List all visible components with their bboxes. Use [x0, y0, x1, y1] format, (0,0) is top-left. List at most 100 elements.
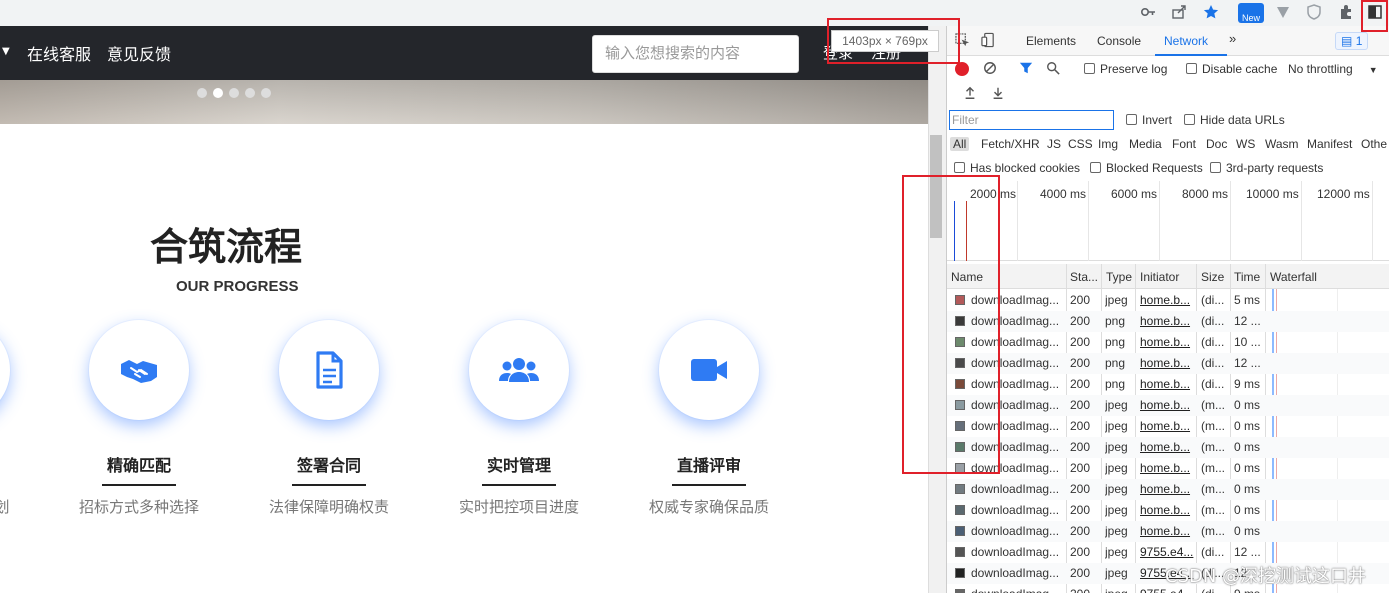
bookmark-star-icon[interactable] [1202, 4, 1220, 22]
type-filter-media[interactable]: Media [1129, 137, 1162, 151]
cell-initiator[interactable]: home.b... [1140, 524, 1194, 538]
search-icon[interactable] [1046, 61, 1060, 78]
issues-counter[interactable]: ▤ 1 [1335, 32, 1369, 50]
table-row[interactable]: downloadImag... 200 jpeg home.b... (m... 0 ms [947, 437, 1389, 458]
type-filter-ws[interactable]: WS [1236, 137, 1255, 151]
column-initiator[interactable]: Initiator [1140, 270, 1179, 284]
cell-initiator[interactable]: home.b... [1140, 377, 1194, 391]
cell-initiator[interactable]: home.b... [1140, 356, 1194, 370]
cell-initiator[interactable]: home.b... [1140, 398, 1194, 412]
has-blocked-cookies-checkbox[interactable]: Has blocked cookies [954, 161, 1080, 175]
caret-down-icon[interactable]: ▼ [2, 46, 10, 57]
issues-count: 1 [1355, 34, 1363, 48]
cell-initiator[interactable]: home.b... [1140, 419, 1194, 433]
column-status[interactable]: Sta... [1070, 270, 1098, 284]
type-filter-wasm[interactable]: Wasm [1265, 137, 1299, 151]
network-overview-timeline[interactable]: 2000 ms 4000 ms 6000 ms 8000 ms 10000 ms… [947, 181, 1389, 261]
type-filter-font[interactable]: Font [1172, 137, 1196, 151]
cell-initiator[interactable]: home.b... [1140, 293, 1194, 307]
cell-initiator[interactable]: home.b... [1140, 482, 1194, 496]
carousel-dot[interactable] [197, 88, 207, 98]
type-filter-css[interactable]: CSS [1068, 137, 1093, 151]
cell-initiator[interactable]: home.b... [1140, 503, 1194, 517]
column-waterfall[interactable]: Waterfall [1270, 270, 1317, 284]
carousel-dot[interactable] [229, 88, 239, 98]
cell-initiator[interactable]: home.b... [1140, 335, 1194, 349]
table-row[interactable]: downloadImag... 200 jpeg home.b... (m... 0 ms [947, 521, 1389, 542]
top-navigation: ▼ 在线客服 意见反馈 输入您想搜索的内容 登录 注册 [0, 26, 928, 80]
invert-checkbox[interactable]: Invert [1126, 113, 1172, 127]
carousel-dot[interactable] [261, 88, 271, 98]
table-row[interactable]: downloadImag... 200 png home.b... (di... 12 .… [947, 311, 1389, 332]
table-row[interactable]: downloadImag... 200 jpeg home.b... (m... 0 ms [947, 500, 1389, 521]
step-circle-live-review[interactable] [659, 320, 759, 420]
third-party-requests-label: 3rd-party requests [1226, 161, 1324, 175]
table-row[interactable]: downloadImag... 200 png home.b... (di... 10 .… [947, 332, 1389, 353]
type-filter-img[interactable]: Img [1098, 137, 1118, 151]
table-row[interactable]: downloadImag... 200 jpeg home.b... (m... 0 ms [947, 458, 1389, 479]
carousel-dot[interactable] [245, 88, 255, 98]
video-camera-icon [691, 359, 727, 381]
nav-link-feedback[interactable]: 意见反馈 [107, 41, 171, 65]
type-filter-all[interactable]: All [950, 137, 970, 151]
clear-icon[interactable] [983, 61, 997, 78]
hide-data-urls-checkbox[interactable]: Hide data URLs [1184, 113, 1285, 127]
column-type[interactable]: Type [1106, 270, 1132, 284]
cell-size: (m... [1201, 461, 1225, 475]
network-filter-input[interactable]: Filter [949, 110, 1114, 130]
table-row[interactable]: downloadImag... 200 jpeg home.b... (m... 0 ms [947, 479, 1389, 500]
throttling-select[interactable]: No throttling ▼ [1288, 62, 1378, 76]
cell-initiator[interactable]: home.b... [1140, 461, 1194, 475]
type-filter-fetch-xhr[interactable]: Fetch/XHR [981, 137, 1040, 151]
cell-initiator[interactable]: 9755.e4... [1140, 545, 1194, 559]
step-circle-management[interactable] [469, 320, 569, 420]
extension-shield-icon[interactable] [1305, 4, 1323, 22]
export-har-icon[interactable] [991, 86, 1005, 103]
blocked-requests-checkbox[interactable]: Blocked Requests [1090, 161, 1203, 175]
cell-initiator[interactable]: home.b... [1140, 314, 1194, 328]
key-icon[interactable] [1139, 4, 1157, 22]
extension-v-icon[interactable] [1274, 4, 1292, 22]
filter-funnel-icon[interactable] [1019, 61, 1033, 78]
carousel-dot-active[interactable] [213, 88, 223, 98]
preserve-log-checkbox[interactable]: Preserve log [1084, 62, 1167, 76]
step-desc: 实时把控项目进度 [458, 498, 579, 516]
column-size[interactable]: Size [1201, 270, 1224, 284]
active-tab-underline [1155, 54, 1227, 56]
nav-link-online-service[interactable]: 在线客服 [27, 41, 91, 65]
table-row[interactable]: downloadImag... 200 jpeg home.b... (m... 0 ms [947, 395, 1389, 416]
cell-initiator[interactable]: home.b... [1140, 440, 1194, 454]
step-desc: 法律保障明确权责 [268, 498, 389, 516]
cell-size: (di... [1201, 293, 1225, 307]
section-title: 合筑流程 [150, 225, 303, 269]
third-party-requests-checkbox[interactable]: 3rd-party requests [1210, 161, 1323, 175]
record-icon[interactable] [955, 62, 969, 76]
table-row[interactable]: downloadImag... 200 png home.b... (di... 12 .… [947, 353, 1389, 374]
search-input[interactable]: 输入您想搜索的内容 [592, 35, 799, 73]
type-filter-doc[interactable]: Doc [1206, 137, 1227, 151]
share-icon[interactable] [1170, 4, 1188, 22]
extensions-puzzle-icon[interactable] [1337, 4, 1355, 22]
import-har-icon[interactable] [963, 86, 977, 103]
timeline-label: 10000 ms [1246, 187, 1299, 201]
table-row[interactable]: downloadImag... 200 png home.b... (di... 9 ms [947, 374, 1389, 395]
type-filter-js[interactable]: JS [1047, 137, 1061, 151]
table-row[interactable]: downloadImag... 200 jpeg home.b... (m... 0 ms [947, 416, 1389, 437]
tab-elements[interactable]: Elements [1026, 34, 1076, 48]
step-circle-matching[interactable] [89, 320, 189, 420]
timeline-gridline [1159, 181, 1160, 261]
step-circle-contract[interactable] [279, 320, 379, 420]
table-row[interactable]: downloadImag... 200 jpeg home.b... (di... 5 m… [947, 290, 1389, 311]
tab-network[interactable]: Network [1164, 34, 1208, 48]
more-tabs-chevron-icon[interactable]: » [1229, 31, 1236, 46]
type-filter-manifest[interactable]: Manifest [1307, 137, 1352, 151]
table-row[interactable]: downloadImag... 200 jpeg 9755.e4... (di... 12… [947, 542, 1389, 563]
column-time[interactable]: Time [1234, 270, 1260, 284]
extension-new-badge[interactable]: New [1238, 3, 1264, 23]
cell-size: (m... [1201, 503, 1225, 517]
disable-cache-checkbox[interactable]: Disable cache [1186, 62, 1277, 76]
handshake-icon [121, 360, 157, 383]
tab-console[interactable]: Console [1097, 34, 1141, 48]
type-filter-other[interactable]: Othe [1361, 137, 1387, 151]
device-toolbar-icon[interactable] [981, 32, 996, 51]
